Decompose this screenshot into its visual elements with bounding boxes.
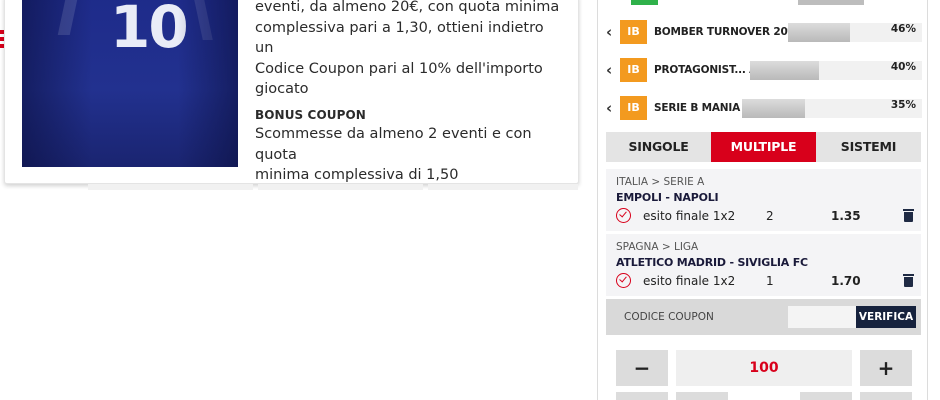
promo-text: eventi, da almeno 20€, con quota minima …	[255, 0, 565, 184]
tab-singole[interactable]: SINGOLE	[606, 132, 711, 162]
coupon-label: CODICE COUPON	[624, 311, 714, 323]
bonus-progress-fill	[742, 99, 805, 118]
chevron-left-icon[interactable]: ‹	[606, 99, 612, 117]
decrease-stake-button[interactable]: −	[616, 350, 668, 386]
chevron-left-icon[interactable]: ‹	[606, 61, 612, 79]
bonus-row[interactable]: ‹ IB BOMBER TURNOVER 20% 46%	[604, 20, 922, 45]
bonus-name: BOMBER TURNOVER 20%	[654, 26, 798, 38]
ib-badge: IB	[620, 96, 647, 120]
promo-line: giocato	[255, 81, 309, 98]
bonus-name: SERIE B MANIA	[654, 102, 741, 114]
trash-icon[interactable]	[903, 209, 914, 222]
card-stub	[258, 184, 423, 190]
progress-bar	[798, 0, 864, 5]
bonus-percent: 35%	[890, 99, 916, 111]
card-stub	[88, 184, 253, 190]
bet-odd: 1.70	[831, 274, 861, 288]
bonus-row[interactable]: ‹ IB SERIE B MANIA 35%	[604, 96, 922, 121]
coupon-row: CODICE COUPON VERIFICA	[606, 299, 921, 335]
bet-category: ITALIA > SERIE A	[616, 176, 705, 188]
bonus-line: minima complessiva di 1,50	[255, 167, 459, 184]
bet-odd: 1.35	[831, 209, 861, 223]
tab-multiple[interactable]: MULTIPLE	[711, 132, 816, 162]
bet-market: esito finale 1x2	[643, 209, 736, 223]
bonus-name: PROTAGONIST... A	[654, 64, 758, 76]
ib-badge: IB	[620, 20, 647, 44]
bonus-progress-fill	[750, 61, 819, 80]
quick-stake-button[interactable]	[800, 392, 852, 400]
tab-sistemi[interactable]: SISTEMI	[816, 132, 921, 162]
bet-type-tabs: SINGOLE MULTIPLE SISTEMI	[606, 132, 921, 162]
check-circle-icon	[616, 208, 631, 223]
bet-match: EMPOLI - NAPOLI	[616, 191, 719, 204]
ib-badge: IB	[620, 58, 647, 82]
bet-selection: 1	[766, 274, 774, 288]
bonus-row-partial	[608, 0, 920, 8]
verifica-button[interactable]: VERIFICA	[856, 306, 916, 328]
quick-stake-button[interactable]	[860, 392, 912, 400]
promo-body: eventi, da almeno 20€, con quota minima …	[255, 0, 565, 100]
bet-item: SPAGNA > LIGA ATLETICO MADRID - SIVIGLIA…	[606, 234, 921, 296]
bet-market: esito finale 1x2	[643, 274, 736, 288]
quick-stake-button[interactable]	[616, 392, 668, 400]
jersey-number: 10	[110, 0, 189, 61]
bonus-percent: 40%	[890, 61, 916, 73]
trash-icon[interactable]	[903, 274, 914, 287]
stake-stepper: − 100 +	[606, 350, 921, 386]
promo-line: eventi, da almeno 20€, con quota minima	[255, 0, 560, 15]
check-circle-icon	[616, 273, 631, 288]
promo-card: 10 eventi, da almeno 20€, con quota mini…	[4, 0, 579, 184]
bet-item: ITALIA > SERIE A EMPOLI - NAPOLI esito f…	[606, 169, 921, 231]
bet-match: ATLETICO MADRID - SIVIGLIA FC	[616, 256, 808, 269]
page: 10 eventi, da almeno 20€, con quota mini…	[0, 0, 940, 400]
promo-image: 10	[22, 0, 238, 167]
stake-amount[interactable]: 100	[676, 350, 852, 386]
promo-line: complessiva pari a 1,30, ottieni indietr…	[255, 19, 544, 57]
coupon-input[interactable]	[788, 306, 858, 328]
bonus-line: Scommesse da almeno 2 eventi e con quota	[255, 125, 532, 163]
bonus-coupon-body: Scommesse da almeno 2 eventi e con quota…	[255, 124, 565, 184]
betslip: ‹ IB BOMBER TURNOVER 20% 46% ‹ IB PROTAG…	[597, 0, 928, 400]
promo-line: Codice Coupon pari al 10% dell'importo	[255, 60, 543, 77]
bonus-row[interactable]: ‹ IB PROTAGONIST... A 40%	[604, 58, 922, 83]
card-stub	[428, 184, 578, 190]
bet-selection: 2	[766, 209, 774, 223]
bonus-progress-fill	[788, 23, 850, 42]
status-indicator	[631, 0, 658, 5]
chevron-left-icon[interactable]: ‹	[606, 23, 612, 41]
increase-stake-button[interactable]: +	[860, 350, 912, 386]
bonus-coupon-title: BONUS COUPON	[255, 107, 366, 122]
bet-category: SPAGNA > LIGA	[616, 241, 699, 253]
quick-stake-button[interactable]	[676, 392, 728, 400]
bonus-percent: 46%	[890, 23, 916, 35]
quick-stake-row	[606, 392, 921, 400]
